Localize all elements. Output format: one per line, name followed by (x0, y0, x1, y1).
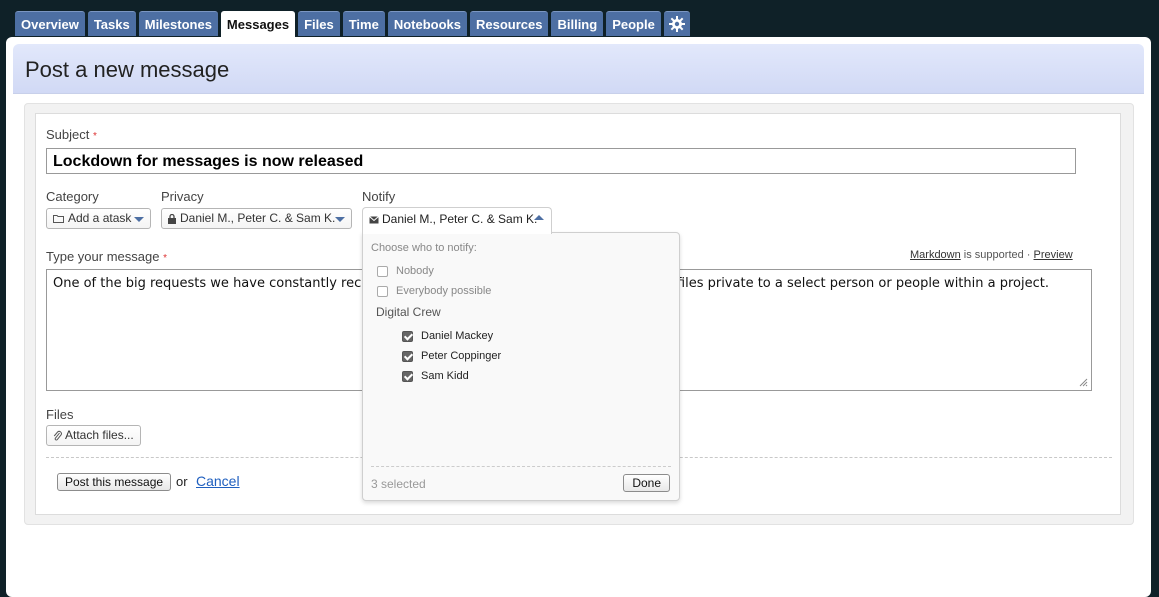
tab-messages[interactable]: Messages (220, 11, 296, 38)
tab-milestones[interactable]: Milestones (138, 11, 218, 36)
attach-files-label: Attach files... (65, 428, 134, 442)
tab-time[interactable]: Time (342, 11, 385, 36)
tab-billing[interactable]: Billing (551, 11, 604, 36)
cancel-link[interactable]: Cancel (196, 473, 240, 489)
title-bar: Post a new message (13, 44, 1144, 94)
markdown-text: is supported · (960, 249, 1034, 261)
privacy-select[interactable]: Daniel M., Peter C. & Sam K. (161, 208, 352, 229)
checkbox[interactable] (402, 330, 413, 342)
message-label: Type your message * (46, 249, 167, 264)
notify-member-sam[interactable]: Sam Kidd (402, 370, 469, 382)
page-title: Post a new message (25, 57, 230, 82)
tab-files[interactable]: Files (298, 11, 340, 36)
popup-divider (371, 466, 671, 467)
notify-member-peter[interactable]: Peter Coppinger (402, 350, 501, 362)
page-panel: Post a new message Subject * Lockdown fo… (6, 37, 1151, 597)
required-mark: * (93, 131, 97, 142)
checkbox[interactable] (402, 370, 413, 382)
option-label: Nobody (396, 265, 434, 277)
member-label: Sam Kidd (421, 370, 469, 382)
files-label: Files (46, 407, 74, 422)
tab-notebooks[interactable]: Notebooks (387, 11, 467, 36)
post-message-button[interactable]: Post this message (57, 473, 172, 491)
tab-tasks[interactable]: Tasks (87, 11, 136, 36)
tab-settings[interactable] (663, 11, 690, 36)
resize-handle-icon[interactable] (1078, 377, 1088, 387)
checkbox[interactable] (402, 350, 413, 362)
subject-input[interactable]: Lockdown for messages is now released (46, 148, 1076, 174)
folder-icon (53, 215, 64, 224)
member-label: Daniel Mackey (421, 330, 494, 342)
markdown-link[interactable]: Markdown (910, 249, 961, 261)
category-select[interactable]: Add a atask (46, 208, 151, 229)
chevron-down-icon (134, 217, 144, 222)
tab-overview[interactable]: Overview (15, 11, 85, 36)
chevron-down-icon (335, 217, 345, 222)
notify-popup-heading: Choose who to notify: (371, 242, 477, 254)
selected-count: 3 selected (371, 477, 426, 491)
subject-label-text: Subject (46, 127, 90, 142)
markdown-help: Markdown is supported · Preview (910, 249, 1073, 261)
paperclip-icon (53, 431, 62, 441)
main-tabs: Overview Tasks Milestones Messages Files… (15, 11, 690, 38)
member-label: Peter Coppinger (421, 350, 502, 362)
attach-files-button[interactable]: Attach files... (46, 425, 141, 446)
done-button[interactable]: Done (623, 474, 670, 492)
notify-option-everybody[interactable]: Everybody possible (377, 285, 491, 297)
tab-people[interactable]: People (606, 11, 661, 36)
message-label-text: Type your message (46, 249, 160, 264)
privacy-label: Privacy (161, 189, 204, 204)
subject-label: Subject * (46, 127, 97, 142)
notify-label: Notify (362, 189, 396, 204)
notify-value: Daniel M., Peter C. & Sam K. (382, 212, 538, 226)
category-label: Category (46, 189, 99, 204)
chevron-up-icon (534, 215, 544, 220)
preview-link[interactable]: Preview (1034, 249, 1073, 261)
envelope-icon (369, 215, 379, 224)
group-name: Digital Crew (376, 305, 441, 319)
privacy-value: Daniel M., Peter C. & Sam K. (180, 211, 336, 225)
checkbox[interactable] (377, 265, 388, 277)
option-label: Everybody possible (396, 285, 492, 297)
lock-icon (168, 213, 176, 224)
gear-icon (668, 16, 685, 32)
tab-resources[interactable]: Resources (469, 11, 549, 36)
category-value: Add a atask (68, 211, 132, 225)
notify-option-nobody[interactable]: Nobody (377, 265, 434, 277)
or-text: or (176, 474, 188, 489)
checkbox[interactable] (377, 285, 388, 297)
required-mark: * (163, 253, 167, 264)
notify-popup: Choose who to notify: Nobody Everybody p… (362, 232, 680, 501)
notify-member-daniel[interactable]: Daniel Mackey (402, 330, 493, 342)
notify-select[interactable]: Daniel M., Peter C. & Sam K. (362, 207, 552, 234)
